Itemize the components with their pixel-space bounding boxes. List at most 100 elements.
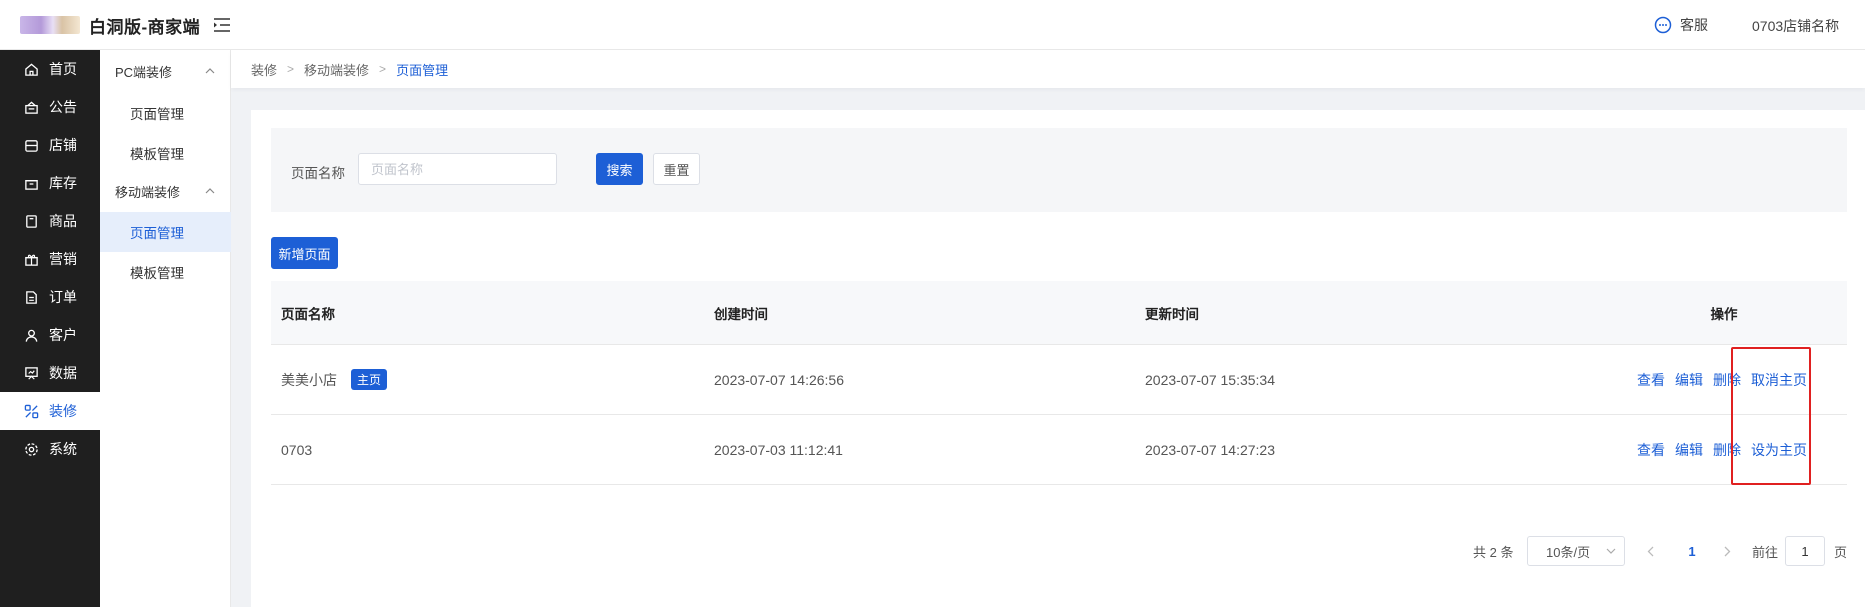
add-page-button[interactable]: 新增页面 xyxy=(271,237,338,269)
pagination-total: 共 2 条 xyxy=(1473,544,1514,560)
sidebar-item-label: 数据 xyxy=(49,365,77,381)
view-link[interactable]: 查看 xyxy=(1637,370,1665,390)
edit-link[interactable]: 编辑 xyxy=(1675,370,1703,390)
sidebar-item-system[interactable]: 系统 xyxy=(0,430,100,468)
chevron-right-icon: > xyxy=(287,62,295,76)
app-title: 白洞版-商家端 xyxy=(89,18,201,37)
page-name-cell: 0703 xyxy=(281,415,312,484)
page-name-cell: 美美小店 主页 xyxy=(281,345,388,414)
sidebar-item-home[interactable]: 首页 xyxy=(0,50,100,88)
sidebar-item-label: 装修 xyxy=(49,403,77,419)
created-time: 2023-07-03 11:12:41 xyxy=(714,441,843,458)
table-row: 0703 2023-07-03 11:12:41 2023-07-07 14:2… xyxy=(271,415,1847,485)
breadcrumb: 装修 > 移动端装修 > 页面管理 xyxy=(231,50,1865,88)
store-icon xyxy=(25,139,38,152)
updated-time: 2023-07-07 15:35:34 xyxy=(1145,371,1275,388)
page-number-current[interactable]: 1 xyxy=(1682,536,1702,566)
sidebar-item-inventory[interactable]: 库存 xyxy=(0,164,100,202)
chevron-up-icon xyxy=(205,68,215,74)
sidebar-item-label: 系统 xyxy=(49,441,77,457)
order-icon xyxy=(26,290,37,304)
sidebar-item-label: 公告 xyxy=(49,99,77,115)
page-list-card: 页面名称 搜索 重置 新增页面 页面名称 创建时间 更新时间 操作 美美小店 主… xyxy=(251,110,1865,607)
unset-homepage-link[interactable]: 取消主页 xyxy=(1751,370,1807,390)
chat-bubble-icon xyxy=(1654,16,1672,34)
sidebar-item-label: 订单 xyxy=(49,289,77,305)
breadcrumb-current: 页面管理 xyxy=(396,62,449,78)
delete-link[interactable]: 删除 xyxy=(1713,370,1741,390)
sidebar-item-order[interactable]: 订单 xyxy=(0,278,100,316)
subnav-group-pc-decoration[interactable]: PC端装修 xyxy=(100,52,231,90)
page-name: 0703 xyxy=(281,441,313,458)
delete-link[interactable]: 删除 xyxy=(1713,440,1741,460)
created-time: 2023-07-07 14:26:56 xyxy=(714,371,844,388)
page-name-label: 页面名称 xyxy=(291,166,345,181)
homepage-badge: 主页 xyxy=(351,369,388,390)
subnav-item-mobile-page-management[interactable]: 页面管理 xyxy=(100,212,231,252)
subnav-group-mobile-decoration[interactable]: 移动端装修 xyxy=(100,172,231,210)
page-name: 美美小店 xyxy=(281,371,337,388)
table-header: 页面名称 创建时间 更新时间 操作 xyxy=(271,281,1847,345)
page-size-value: 10条/页 xyxy=(1546,544,1591,560)
breadcrumb-item[interactable]: 移动端装修 xyxy=(304,60,369,79)
column-header-name: 页面名称 xyxy=(281,306,335,322)
customer-service-label: 客服 xyxy=(1680,17,1708,33)
sidebar-item-marketing[interactable]: 营销 xyxy=(0,240,100,278)
subnav-item-pc-page-management[interactable]: 页面管理 xyxy=(100,94,231,132)
view-link[interactable]: 查看 xyxy=(1637,440,1665,460)
chart-icon xyxy=(25,366,38,380)
sidebar-item-announcement[interactable]: 公告 xyxy=(0,88,100,126)
store-name-menu[interactable]: 0703店铺名称 xyxy=(1752,16,1839,36)
chevron-up-icon xyxy=(205,188,215,194)
table-row: 美美小店 主页 2023-07-07 14:26:56 2023-07-07 1… xyxy=(271,345,1847,415)
page-name-input[interactable] xyxy=(358,153,557,185)
decorate-icon xyxy=(24,404,39,418)
search-filter-panel: 页面名称 搜索 重置 xyxy=(271,128,1847,212)
sidebar-item-store[interactable]: 店铺 xyxy=(0,126,100,164)
goto-label: 前往 xyxy=(1752,544,1779,560)
menu-collapse-icon[interactable] xyxy=(212,15,232,35)
top-header: 白洞版-商家端 客服 0703店铺名称 xyxy=(0,0,1865,50)
sidebar-item-label: 店铺 xyxy=(49,137,77,153)
announcement-icon xyxy=(25,100,38,114)
row-actions: 查看 编辑 删除 取消主页 xyxy=(1637,345,1807,414)
column-header-updated: 更新时间 xyxy=(1145,306,1199,322)
customer-service-button[interactable]: 客服 xyxy=(1654,14,1708,36)
column-header-actions: 操作 xyxy=(1710,306,1738,322)
sub-navigation: PC端装修 页面管理 模板管理 移动端装修 页面管理 模板管理 xyxy=(100,50,231,607)
home-icon xyxy=(25,62,38,76)
prev-page-button[interactable] xyxy=(1640,536,1660,566)
sidebar-item-label: 首页 xyxy=(49,61,77,77)
next-page-button[interactable] xyxy=(1717,536,1737,566)
sidebar-item-product[interactable]: 商品 xyxy=(0,202,100,240)
updated-time: 2023-07-07 14:27:23 xyxy=(1145,441,1275,458)
chevron-right-icon: > xyxy=(379,62,387,76)
search-button[interactable]: 搜索 xyxy=(596,153,643,185)
pages-table: 页面名称 创建时间 更新时间 操作 美美小店 主页 2023-07-07 14:… xyxy=(271,281,1847,485)
brand-logo xyxy=(20,16,80,34)
inventory-icon xyxy=(25,179,38,190)
main-sidebar: 首页 公告 店铺 库存 商品 营销 订单 客户 数据 装修 系统 xyxy=(0,50,100,607)
column-header-created: 创建时间 xyxy=(714,306,768,322)
goto-page-input[interactable] xyxy=(1785,536,1825,566)
breadcrumb-item[interactable]: 装修 xyxy=(251,60,277,79)
sidebar-item-decoration[interactable]: 装修 xyxy=(0,392,100,430)
reset-button[interactable]: 重置 xyxy=(653,153,700,185)
sidebar-item-customer[interactable]: 客户 xyxy=(0,316,100,354)
chevron-left-icon xyxy=(1647,546,1653,556)
chevron-down-icon xyxy=(1606,548,1616,554)
settings-icon xyxy=(25,442,38,456)
gift-icon xyxy=(25,254,38,266)
chevron-right-icon xyxy=(1724,546,1730,556)
user-icon xyxy=(25,329,38,342)
sidebar-item-data[interactable]: 数据 xyxy=(0,354,100,392)
sidebar-item-label: 商品 xyxy=(49,213,77,229)
subnav-item-pc-template-management[interactable]: 模板管理 xyxy=(100,134,231,172)
page-size-select[interactable]: 10条/页 xyxy=(1527,536,1625,566)
sidebar-item-label: 客户 xyxy=(49,327,77,343)
edit-link[interactable]: 编辑 xyxy=(1675,440,1703,460)
set-homepage-link[interactable]: 设为主页 xyxy=(1751,440,1807,460)
subnav-group-label: 移动端装修 xyxy=(115,184,181,200)
product-icon xyxy=(26,214,37,228)
subnav-item-mobile-template-management[interactable]: 模板管理 xyxy=(100,253,231,291)
